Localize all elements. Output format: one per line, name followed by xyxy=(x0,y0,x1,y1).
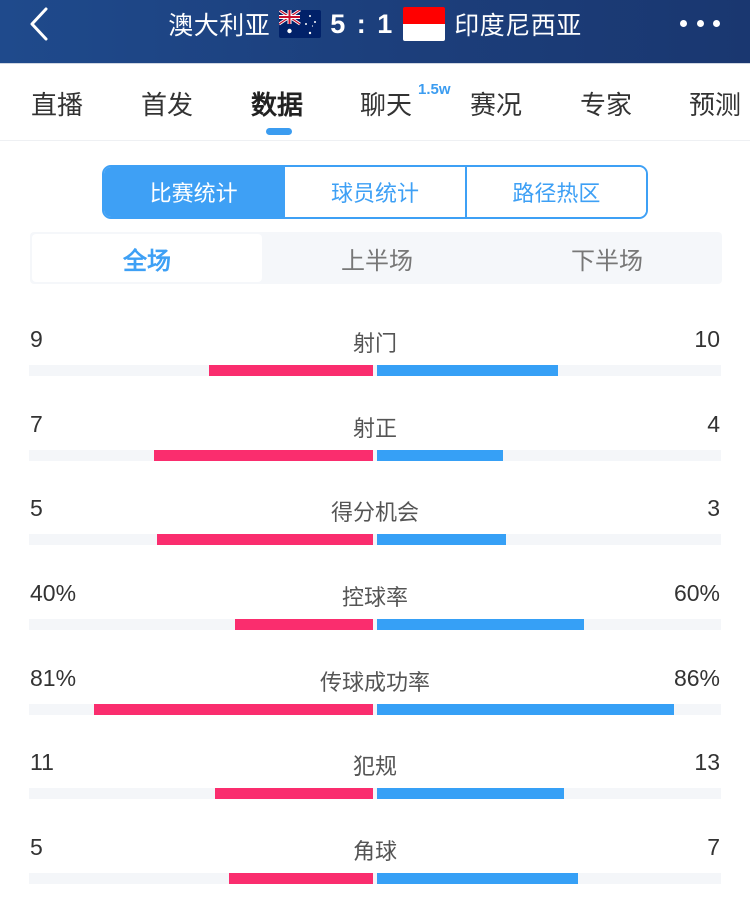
home-stat-bar xyxy=(209,365,373,376)
stats-list: 9 射门 10 7 射正 4 5 得分机会 3 40% 控球率 60% 81% 传球成功率 86% 11 犯规 1… xyxy=(0,318,750,911)
stat-row: 5 角球 7 xyxy=(0,826,750,911)
stat-label: 射正 xyxy=(352,416,397,442)
stat-label: 犯规 xyxy=(352,755,397,781)
period-second-half[interactable]: 下半场 xyxy=(492,232,722,284)
stat-label: 控球率 xyxy=(341,586,408,612)
away-stat-bar xyxy=(377,365,558,376)
away-stat-bar xyxy=(377,619,584,631)
stat-row: 40% 控球率 60% xyxy=(0,572,750,657)
stat-bar-track xyxy=(29,788,721,800)
period-full-match[interactable]: 全场 xyxy=(32,234,262,282)
stats-type-switch: 比赛统计 球员统计 路径热区 xyxy=(102,165,648,219)
match-score: 5 : 1 xyxy=(330,8,395,39)
stat-bar-track xyxy=(29,449,721,461)
australia-flag-icon xyxy=(279,10,322,38)
period-switch: 全场 上半场 下半场 xyxy=(30,232,722,284)
away-stat-bar xyxy=(377,703,674,715)
stat-row: 11 犯规 13 xyxy=(0,741,750,826)
tab-live[interactable]: 直播 xyxy=(31,85,83,122)
away-stat-value: 13 xyxy=(694,749,720,776)
stat-label: 射门 xyxy=(352,332,397,357)
more-button[interactable] xyxy=(680,12,720,34)
match-title: 澳大利亚 5: 1 印度尼西亚 xyxy=(0,4,750,44)
segment-match-stats[interactable]: 比赛统计 xyxy=(104,167,284,217)
home-stat-bar xyxy=(94,703,373,715)
stat-label: 传球成功率 xyxy=(319,670,430,696)
stat-label: 角球 xyxy=(352,840,397,866)
main-tabs: 直播 首发 数据 聊天 1.5w 赛况 专家 预测 xyxy=(0,65,750,141)
home-stat-bar xyxy=(154,449,373,461)
period-first-half[interactable]: 上半场 xyxy=(262,232,492,284)
away-stat-bar xyxy=(377,534,506,546)
away-stat-value: 3 xyxy=(707,495,720,522)
indonesia-flag-icon xyxy=(403,7,446,41)
away-stat-bar xyxy=(377,873,578,885)
chat-count-badge: 1.5w xyxy=(418,81,451,98)
segment-heatmap[interactable]: 路径热区 xyxy=(464,167,646,217)
active-tab-indicator xyxy=(266,128,292,135)
away-stat-value: 60% xyxy=(673,580,720,607)
home-team-name: 澳大利亚 xyxy=(168,11,271,40)
stat-bar-track xyxy=(29,873,721,885)
home-stat-bar xyxy=(215,788,373,800)
home-stat-bar xyxy=(229,873,373,885)
away-stat-value: 7 xyxy=(707,834,720,861)
tab-chat[interactable]: 聊天 1.5w xyxy=(360,81,451,122)
away-stat-bar xyxy=(377,449,503,461)
tab-match-status[interactable]: 赛况 xyxy=(470,85,522,122)
tab-lineup[interactable]: 首发 xyxy=(141,85,193,122)
stat-row: 7 射正 4 xyxy=(0,403,750,488)
match-header: 澳大利亚 5: 1 印度尼西亚 xyxy=(0,0,750,64)
more-dots-icon xyxy=(680,19,687,27)
tab-experts[interactable]: 专家 xyxy=(580,85,632,122)
away-team-name: 印度尼西亚 xyxy=(454,11,582,40)
stat-bar-track xyxy=(29,534,721,546)
home-stat-bar xyxy=(157,534,373,546)
away-stat-bar xyxy=(377,788,564,800)
away-stat-value: 86% xyxy=(673,664,720,691)
away-stat-value: 10 xyxy=(694,326,720,352)
home-stat-bar xyxy=(235,619,373,631)
segment-player-stats[interactable]: 球员统计 xyxy=(283,167,465,217)
stat-bar-track xyxy=(29,703,721,715)
stat-row: 5 得分机会 3 xyxy=(0,487,750,572)
stat-bar-track xyxy=(29,619,721,631)
stat-row: 81% 传球成功率 86% xyxy=(0,657,750,742)
stat-bar-track xyxy=(29,365,721,376)
tab-data[interactable]: 数据 xyxy=(251,85,303,122)
stat-row: 9 射门 10 xyxy=(0,318,750,403)
away-stat-value: 4 xyxy=(707,410,720,437)
tab-prediction[interactable]: 预测 xyxy=(689,85,741,122)
stat-label: 得分机会 xyxy=(330,501,419,527)
